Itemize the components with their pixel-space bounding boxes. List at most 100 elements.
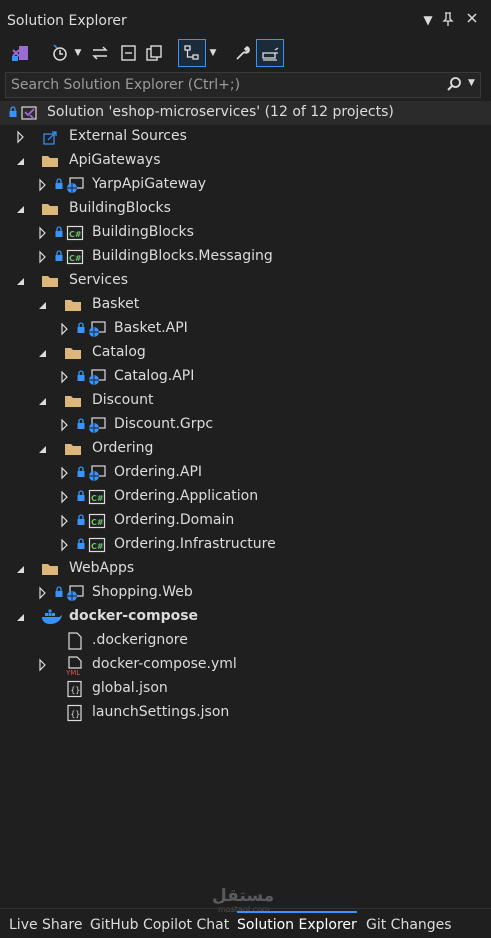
tab-live-share[interactable]: Live Share [9,913,82,937]
svg-text:C#: C# [69,230,82,239]
folder-icon [64,296,82,314]
tree-item-basket-api[interactable]: Basket.API [0,317,491,341]
tree-item-shopping-web[interactable]: Shopping.Web [0,581,491,605]
switch-views-button[interactable] [8,40,32,66]
tree-item-label: External Sources [69,128,187,144]
expand-icon[interactable] [58,513,72,529]
expand-icon[interactable] [58,537,72,553]
expand-icon[interactable] [36,585,50,601]
tree-item-label: Ordering.API [114,464,203,480]
folder-icon [64,392,82,410]
expand-icon[interactable] [58,321,72,337]
collapse-icon[interactable] [14,609,28,625]
expand-icon[interactable] [36,177,50,193]
collapse-icon[interactable] [36,393,50,409]
lock-icon [76,513,86,527]
show-all-files-button[interactable] [142,40,166,66]
tree-item-yarpapigateway[interactable]: YarpApiGateway [0,173,491,197]
pending-changes-filter-button[interactable]: ▼ [46,40,86,66]
expand-icon[interactable] [36,249,50,265]
expand-icon[interactable] [58,465,72,481]
clock-icon [52,44,67,61]
window-position-dropdown-icon[interactable]: ▼ [420,12,436,28]
tree-item-apigateways[interactable]: ApiGateways [0,149,491,173]
collapse-all-icon [121,45,136,61]
expand-icon[interactable] [58,489,72,505]
tree-item-dockerignore[interactable]: .dockerignore [0,629,491,653]
tree-item-external-sources[interactable]: External Sources [0,125,491,149]
lock-icon [76,369,86,383]
tree-item-catalog[interactable]: Catalog [0,341,491,365]
collapse-icon[interactable] [36,345,50,361]
collapse-icon[interactable] [14,561,28,577]
lock-icon [54,249,64,263]
tree-item-global-json[interactable]: {} global.json [0,677,491,701]
title-bar: Solution Explorer ▼ [0,0,491,34]
search-icon[interactable] [446,76,462,96]
sync-with-active-document-button[interactable] [88,40,112,66]
tree-item-services[interactable]: Services [0,269,491,293]
tree-item-label: Catalog [92,344,146,360]
tree-item-webapps[interactable]: WebApps [0,557,491,581]
search-input[interactable] [11,75,431,95]
tree-item-basket[interactable]: Basket [0,293,491,317]
tree-item-ordering[interactable]: Ordering [0,437,491,461]
csharp-project-icon: C# [66,224,84,242]
svg-text:{}: {} [71,686,81,695]
pin-icon[interactable] [440,12,456,28]
view-dropdown-button[interactable]: ▼ [207,40,219,66]
external-sources-icon [41,128,59,146]
collapse-icon[interactable] [14,201,28,217]
tab-solution-explorer[interactable]: Solution Explorer [237,911,357,937]
tree-item-launch-settings-json[interactable]: {} launchSettings.json [0,701,491,725]
solution-icon [20,104,38,122]
tree-item-ordering-application[interactable]: C# Ordering.Application [0,485,491,509]
tree-item-docker-compose[interactable]: docker-compose [0,605,491,629]
tree-item-ordering-infrastructure[interactable]: C# Ordering.Infrastructure [0,533,491,557]
tree-item-buildingblocks[interactable]: C# BuildingBlocks [0,221,491,245]
tab-github-copilot-chat[interactable]: GitHub Copilot Chat [90,913,229,937]
collapse-icon[interactable] [36,441,50,457]
tab-git-changes[interactable]: Git Changes [366,913,452,937]
view-class-diagram-button[interactable] [178,39,206,67]
collapse-all-button[interactable] [116,40,140,66]
tree-item-discount-grpc[interactable]: Discount.Grpc [0,413,491,437]
lock-icon [76,321,86,335]
close-icon[interactable] [464,12,480,28]
tree-item-buildingblocks-folder[interactable]: BuildingBlocks [0,197,491,221]
search-options-dropdown-icon[interactable]: ▼ [468,78,475,88]
lock-icon [54,177,64,191]
tree-item-label: Shopping.Web [92,584,193,600]
yml-file-icon: YML [65,656,88,677]
tree-item-catalog-api[interactable]: Catalog.API [0,365,491,389]
folder-icon [64,440,82,458]
svg-text:C#: C# [69,254,82,263]
expand-icon[interactable] [58,417,72,433]
folder-icon [64,344,82,362]
hierarchy-icon [184,45,199,60]
expand-icon[interactable] [14,129,28,145]
tree-item-label: Services [69,272,129,288]
tree-item-docker-compose-yml[interactable]: YML docker-compose.yml [0,653,491,677]
svg-text:C#: C# [91,542,104,551]
expand-icon[interactable] [36,657,50,673]
expand-icon[interactable] [58,369,72,385]
tree-item-ordering-api[interactable]: Ordering.API [0,461,491,485]
tree-item-discount[interactable]: Discount [0,389,491,413]
preview-selected-items-button[interactable] [256,39,284,67]
collapse-icon[interactable] [36,297,50,313]
tree-item-solution[interactable]: Solution 'eshop-microservices' (12 of 12… [0,101,491,125]
collapse-icon[interactable] [14,273,28,289]
tree-item-buildingblocks-messaging[interactable]: C# BuildingBlocks.Messaging [0,245,491,269]
csharp-project-icon: C# [88,536,106,554]
collapse-icon[interactable] [14,153,28,169]
tree-item-label: launchSettings.json [92,704,230,720]
properties-button[interactable] [231,40,255,66]
tree-item-ordering-domain[interactable]: C# Ordering.Domain [0,509,491,533]
tree-item-label: BuildingBlocks.Messaging [92,248,273,264]
svg-text:C#: C# [91,518,104,527]
json-file-icon: {} [66,680,84,698]
lock-icon [76,465,86,479]
folder-icon [41,200,59,218]
expand-icon[interactable] [36,225,50,241]
